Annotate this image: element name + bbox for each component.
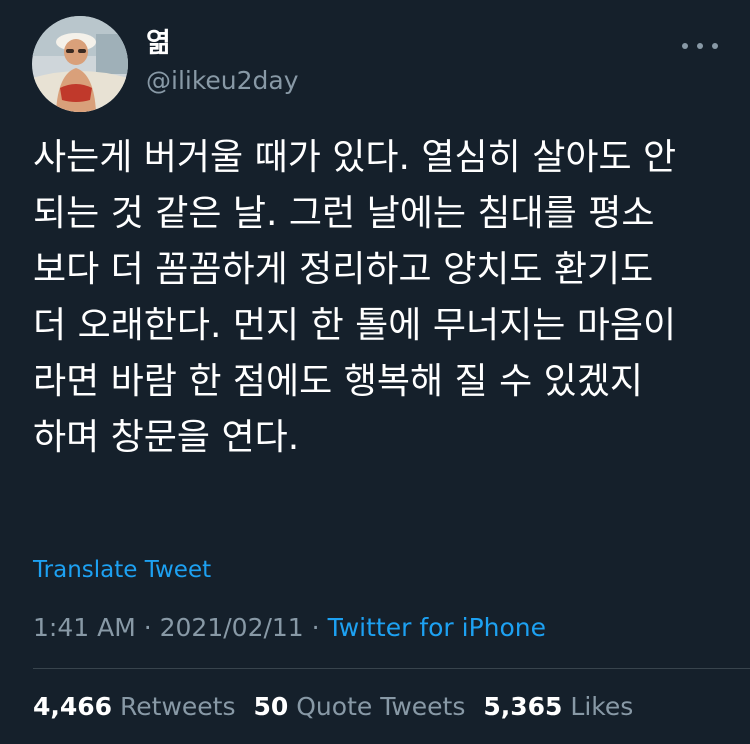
retweets-count: 4,466: [33, 692, 113, 721]
translate-tweet-link[interactable]: Translate Tweet: [33, 555, 211, 585]
tweet-stats: 4,466 Retweets 50 Quote Tweets 5,365 Lik…: [33, 691, 651, 723]
quote-tweets-count: 50: [253, 692, 289, 721]
quote-tweets-stat[interactable]: 50 Quote Tweets: [254, 691, 466, 723]
likes-count: 5,365: [483, 692, 563, 721]
more-horizontal-icon: [697, 43, 703, 49]
user-handle[interactable]: @ilikeu2day: [146, 66, 299, 96]
likes-stat[interactable]: 5,365 Likes: [483, 691, 633, 723]
tweet-text: 사는게 버거울 때가 있다. 열심히 살아도 안 되는 것 같은 날. 그런 날…: [33, 137, 677, 458]
likes-label: Likes: [570, 692, 634, 721]
profile-photo-icon: [32, 16, 128, 112]
separator: ·: [311, 613, 320, 642]
retweets-label: Retweets: [120, 692, 236, 721]
display-name[interactable]: 엶: [146, 28, 171, 60]
more-horizontal-icon: [682, 43, 688, 49]
divider: [33, 668, 750, 669]
separator: ·: [143, 613, 152, 642]
tweet-date[interactable]: 2021/02/11: [160, 613, 304, 642]
quote-tweets-label: Quote Tweets: [296, 692, 466, 721]
avatar[interactable]: [32, 16, 128, 112]
more-horizontal-icon: [712, 43, 718, 49]
tweet-metadata: 1:41 AM · 2021/02/11 · Twitter for iPhon…: [33, 612, 546, 644]
retweets-stat[interactable]: 4,466 Retweets: [33, 691, 236, 723]
tweet-time[interactable]: 1:41 AM: [33, 613, 136, 642]
more-options-button[interactable]: [682, 36, 718, 56]
tweet-source-link[interactable]: Twitter for iPhone: [328, 613, 546, 642]
